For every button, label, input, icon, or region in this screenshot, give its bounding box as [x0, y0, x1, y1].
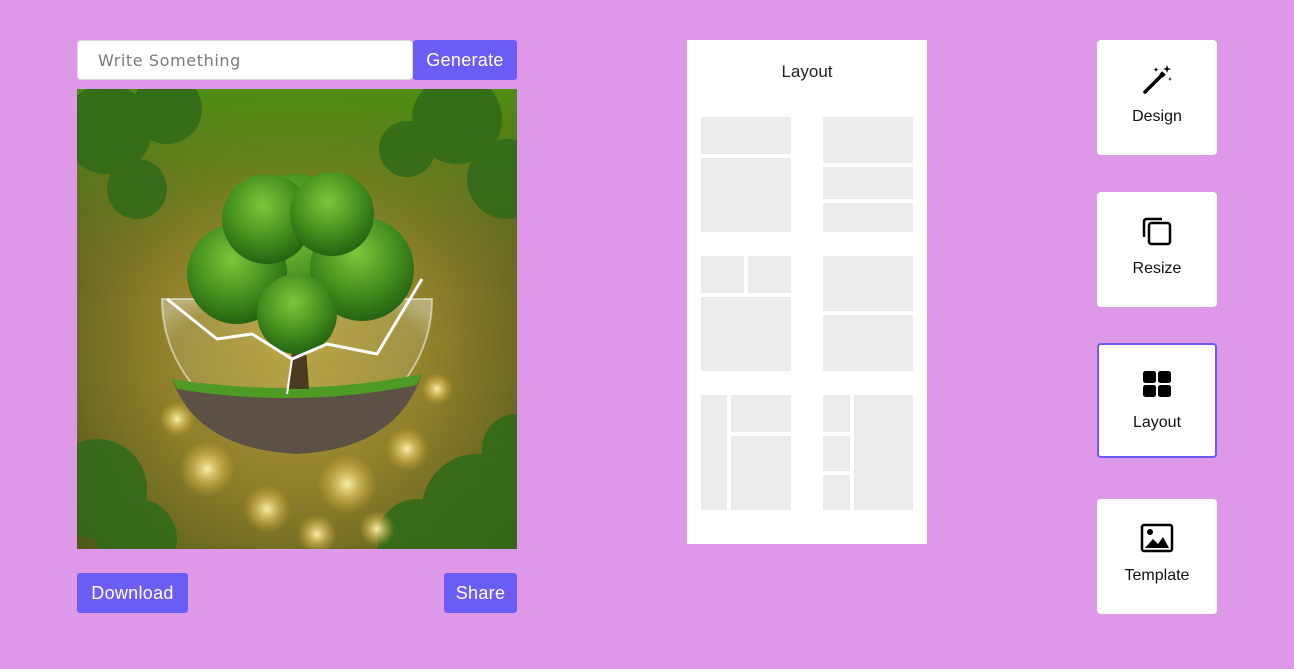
tool-template-label: Template: [1124, 567, 1190, 584]
layout-template-6[interactable]: [823, 395, 913, 510]
tree-in-glass-globe-image: [77, 89, 517, 549]
magic-wand-icon: [1143, 65, 1172, 94]
layout-template-5[interactable]: [701, 395, 791, 510]
tool-resize[interactable]: Resize: [1097, 192, 1217, 307]
tool-resize-label: Resize: [1132, 260, 1182, 277]
tool-template[interactable]: Template: [1097, 499, 1217, 614]
prompt-input[interactable]: [77, 40, 413, 80]
generated-image: [77, 89, 517, 549]
layout-template-3[interactable]: [701, 256, 791, 371]
layout-template-1[interactable]: [701, 117, 791, 232]
download-button[interactable]: Download: [77, 573, 188, 613]
copy-icon: [1142, 217, 1172, 246]
layout-template-2[interactable]: [823, 117, 913, 232]
share-button[interactable]: Share: [444, 573, 517, 613]
generate-button[interactable]: Generate: [413, 40, 517, 80]
tool-design-label: Design: [1132, 108, 1182, 125]
tool-layout[interactable]: Layout: [1097, 343, 1217, 458]
layout-panel: Layout: [687, 40, 927, 544]
layout-panel-title: Layout: [781, 62, 833, 81]
grid-icon: [1143, 371, 1171, 397]
layout-template-4[interactable]: [823, 256, 913, 371]
tool-layout-label: Layout: [1132, 414, 1182, 431]
tool-design[interactable]: Design: [1097, 40, 1217, 155]
image-icon: [1140, 523, 1174, 553]
